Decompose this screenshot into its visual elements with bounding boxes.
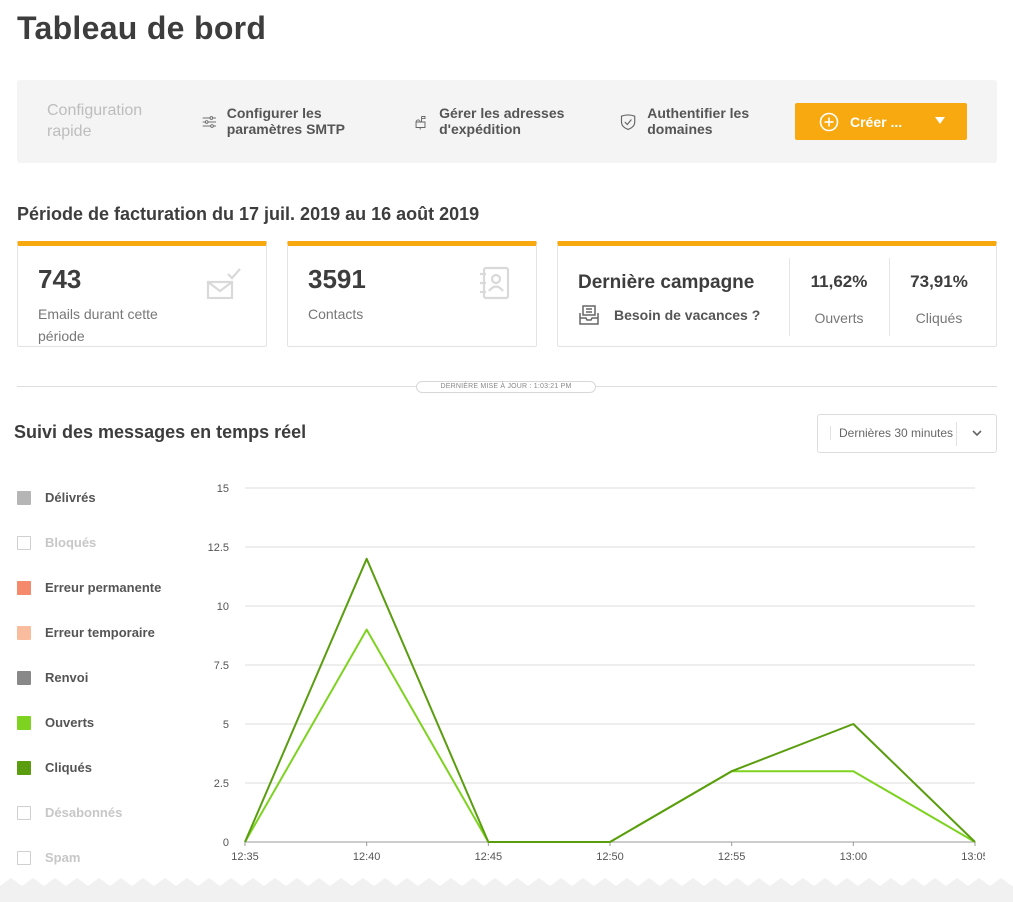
legend-label: Délivrés	[45, 490, 96, 505]
last-update-badge: DERNIÈRE MISE À JOUR : 1:03:21 PM	[416, 381, 596, 393]
x-tick-label: 13:00	[840, 851, 868, 863]
manage-senders-link[interactable]: Gérer les adresses d'expédition	[414, 105, 584, 137]
legend-item[interactable]: Cliqués	[17, 760, 177, 775]
y-tick-label: 7.5	[214, 660, 229, 672]
legend-label: Erreur temporaire	[45, 625, 155, 640]
clicked-stat: 73,91% Cliqués	[889, 272, 989, 326]
contacts-count: 3591	[308, 264, 366, 294]
create-button-label: Créer ...	[850, 113, 903, 130]
legend-swatch	[17, 850, 31, 865]
y-tick-label: 15	[217, 483, 229, 495]
realtime-title: Suivi des messages en temps réel	[14, 422, 307, 442]
emails-count: 743	[38, 264, 82, 294]
legend-swatch	[17, 535, 31, 550]
legend-item[interactable]: Désabonnés	[17, 805, 177, 820]
campaign-inbox-icon	[579, 305, 599, 325]
billing-period: Période de facturation du 17 juil. 2019 …	[17, 204, 480, 224]
chevron-down-icon[interactable]	[970, 426, 984, 440]
configure-smtp-label: Configurer les paramètres SMTP	[226, 105, 345, 137]
time-range-select[interactable]: Dernières 30 minutes	[817, 414, 997, 453]
contacts-card: 3591 Contacts	[287, 241, 537, 347]
caret-down-icon[interactable]	[935, 117, 945, 124]
select-separator	[956, 422, 957, 446]
legend-item[interactable]: Délivrés	[17, 490, 177, 505]
configure-smtp-link[interactable]: Configurer les paramètres SMTP	[202, 105, 372, 137]
legend-label: Ouverts	[45, 715, 95, 730]
manage-senders-label: Gérer les adresses d'expédition	[439, 105, 565, 137]
y-tick-label: 5	[223, 719, 229, 731]
legend-item[interactable]: Bloqués	[17, 535, 177, 550]
quick-config-bar: Configuration rapide Configurer les para…	[17, 80, 997, 163]
series-line	[244, 557, 976, 843]
legend-swatch	[17, 805, 31, 820]
legend-item[interactable]: Spam	[17, 850, 177, 865]
page-title: Tableau de bord	[17, 10, 267, 46]
legend-swatch	[17, 715, 31, 730]
y-tick-label: 12.5	[208, 542, 229, 554]
legend-label: Cliqués	[45, 760, 92, 775]
address-book-icon	[480, 266, 510, 300]
campaign-name: Besoin de vacances ?	[614, 307, 761, 323]
y-tick-label: 2.5	[214, 778, 229, 790]
legend-item[interactable]: Erreur temporaire	[17, 625, 177, 640]
time-range-value: Dernières 30 minutes	[830, 426, 953, 440]
legend-label: Erreur permanente	[45, 580, 162, 595]
authenticate-domains-label: Authentifier les domaines	[647, 105, 750, 137]
create-button[interactable]: Créer ...	[795, 103, 967, 140]
legend-item[interactable]: Renvoi	[17, 670, 177, 685]
legend-label: Désabonnés	[45, 805, 123, 820]
x-tick-label: 12:50	[596, 851, 624, 863]
last-campaign-title: Dernière campagne	[578, 272, 755, 293]
clicked-rate: 73,91%	[910, 272, 968, 291]
legend-swatch	[17, 625, 31, 640]
legend-swatch	[17, 580, 31, 595]
x-tick-label: 12:40	[353, 851, 381, 863]
opened-rate: 11,62%	[810, 272, 868, 291]
y-tick-label: 10	[217, 601, 229, 613]
emails-card: 743 Emails durant cette période	[17, 241, 267, 347]
envelope-check-icon	[206, 268, 241, 300]
x-tick-label: 12:45	[475, 851, 503, 863]
contacts-label: Contacts	[308, 306, 364, 322]
opened-label: Ouverts	[814, 310, 864, 326]
plus-circle-icon	[819, 112, 839, 131]
campaign-link[interactable]: Besoin de vacances ?	[578, 304, 760, 326]
x-tick-label: 12:35	[231, 851, 259, 863]
realtime-line-chart: 0 2.5 5 7.5 10 12.5 15 12:35 12:40 12:45 12:50 12:5…	[208, 483, 985, 863]
authenticate-domains-link[interactable]: Authentifier les domaines	[619, 105, 789, 137]
emails-label: Emails durant cette période	[38, 306, 158, 344]
legend-label: Spam	[45, 850, 81, 865]
legend-swatch	[17, 670, 31, 685]
legend-item[interactable]: Ouverts	[17, 715, 177, 730]
clicked-label: Cliqués	[915, 310, 963, 326]
y-tick-label: 0	[223, 837, 229, 849]
last-campaign-card: Dernière campagne Besoin de vacances ? 1…	[557, 241, 997, 347]
x-tick-label: 12:55	[718, 851, 746, 863]
page-edge-decoration	[0, 878, 1013, 902]
mailbox-icon	[415, 116, 426, 130]
legend-item[interactable]: Erreur permanente	[17, 580, 177, 595]
x-tick-label: 13:05	[961, 851, 985, 863]
quick-config-label: Configuration rapide	[47, 102, 143, 140]
legend-swatch	[17, 760, 31, 775]
sliders-icon	[202, 116, 217, 128]
legend-label: Bloqués	[45, 535, 97, 550]
shield-check-icon	[620, 114, 636, 131]
legend-swatch	[17, 490, 31, 505]
opened-stat: 11,62% Ouverts	[789, 272, 889, 326]
legend-label: Renvoi	[45, 670, 89, 685]
